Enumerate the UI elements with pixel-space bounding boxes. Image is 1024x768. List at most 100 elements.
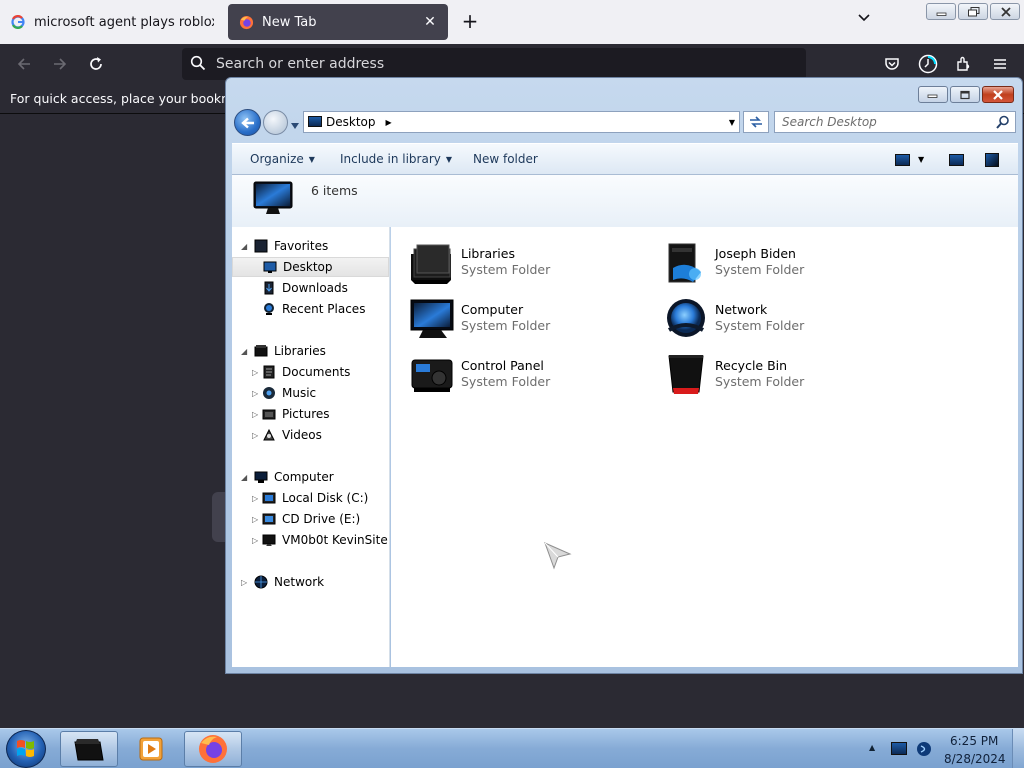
back-button[interactable] [12, 52, 36, 76]
breadcrumb-arrow-icon[interactable]: ▶ [386, 118, 392, 127]
forward-button[interactable] [48, 52, 72, 76]
list-item[interactable]: Network System Folder [663, 292, 903, 340]
restore-button[interactable] [958, 3, 988, 20]
account-sync-icon[interactable] [916, 52, 940, 76]
explorer-maximize-button[interactable] [950, 86, 980, 103]
network-icon [667, 299, 705, 337]
network-status-icon[interactable] [891, 742, 907, 755]
pocket-icon[interactable] [880, 52, 904, 76]
volume-icon[interactable] [916, 741, 932, 757]
nav-libraries[interactable]: ◢ Libraries [232, 341, 389, 361]
taskbar-media-player-button[interactable] [122, 731, 180, 767]
item-name: Joseph Biden [715, 246, 796, 261]
organize-button[interactable]: Organize ▼ [250, 152, 315, 166]
address-dropdown-icon[interactable]: ▼ [729, 118, 735, 127]
nav-label: Computer [274, 470, 334, 484]
recent-pages-chevron-icon[interactable] [290, 119, 300, 129]
help-icon[interactable] [985, 153, 999, 167]
close-window-button[interactable] [990, 3, 1020, 20]
nav-videos[interactable]: ▷ Videos [232, 425, 389, 445]
nav-network[interactable]: ▷ Network [232, 572, 389, 592]
address-bar[interactable]: Desktop ▶ ▼ [303, 111, 740, 133]
include-in-library-button[interactable]: Include in library ▼ [340, 152, 452, 166]
url-bar[interactable]: Search or enter address [182, 48, 806, 80]
explorer-close-button[interactable] [982, 86, 1014, 103]
show-desktop-button[interactable] [1012, 729, 1024, 768]
explorer-minimize-button[interactable] [918, 86, 948, 103]
expanded-arrow-icon[interactable]: ◢ [241, 242, 247, 251]
nav-favorites[interactable]: ◢ Favorites [232, 236, 389, 256]
item-type: System Folder [461, 374, 551, 389]
hard-drive-icon [262, 492, 276, 504]
star-icon [254, 239, 268, 253]
search-placeholder: Search Desktop [782, 115, 877, 129]
nav-computer[interactable]: ◢ Computer [232, 467, 389, 487]
item-type: System Folder [461, 262, 551, 277]
url-placeholder: Search or enter address [216, 56, 385, 72]
clock-time[interactable]: 6:25 PM [950, 734, 998, 748]
item-name: Network [715, 302, 768, 317]
nav-label: Libraries [274, 344, 326, 358]
firefox-icon [238, 14, 254, 30]
nav-label: CD Drive (E:) [282, 512, 361, 526]
nav-documents[interactable]: ▷ Documents [232, 362, 389, 382]
new-tab-button[interactable]: + [458, 10, 482, 34]
collapsed-arrow-icon[interactable]: ▷ [252, 368, 258, 377]
hamburger-menu-icon[interactable] [988, 52, 1012, 76]
list-all-tabs-button[interactable] [852, 10, 876, 34]
nav-downloads[interactable]: Downloads [232, 278, 389, 298]
computer-icon [410, 299, 454, 338]
reload-button[interactable] [84, 52, 108, 76]
expanded-arrow-icon[interactable]: ◢ [241, 347, 247, 356]
collapsed-arrow-icon[interactable]: ▷ [252, 431, 258, 440]
list-item[interactable]: Libraries System Folder [409, 236, 649, 284]
nav-desktop[interactable]: Desktop [232, 257, 389, 277]
collapsed-arrow-icon[interactable]: ▷ [252, 515, 258, 524]
nav-cd-drive-e[interactable]: ▷ CD Drive (E:) [232, 509, 389, 529]
details-header: 6 items [232, 175, 1018, 227]
forward-arrow-icon[interactable] [263, 110, 288, 135]
list-item[interactable]: Joseph Biden System Folder [663, 236, 903, 284]
extensions-icon[interactable] [952, 52, 976, 76]
media-player-icon [139, 737, 163, 761]
collapsed-arrow-icon[interactable]: ▷ [252, 536, 258, 545]
item-type: System Folder [715, 318, 805, 333]
search-desktop-input[interactable]: Search Desktop [774, 111, 1016, 133]
tab-new-tab[interactable]: New Tab ✕ [228, 4, 448, 40]
list-item[interactable]: Control Panel System Folder [409, 348, 649, 396]
libraries-icon [411, 244, 451, 284]
nav-recent-places[interactable]: Recent Places [232, 299, 389, 319]
breadcrumb-desktop[interactable]: Desktop [326, 115, 376, 129]
collapsed-arrow-icon[interactable]: ▷ [241, 578, 247, 587]
nav-label: Downloads [282, 281, 348, 295]
browser-tab-strip: microsoft agent plays roblox - G New Tab… [0, 0, 1024, 44]
nav-network-drive[interactable]: ▷ VM0b0t KevinSite [232, 530, 389, 550]
minimize-button[interactable] [926, 3, 956, 20]
recent-places-icon [264, 303, 274, 315]
change-view-icon[interactable] [895, 154, 910, 166]
nav-music[interactable]: ▷ Music [232, 383, 389, 403]
folder-icon [74, 739, 104, 761]
new-folder-button[interactable]: New folder [473, 152, 538, 166]
more-views-chevron-icon[interactable]: ▼ [918, 155, 924, 164]
list-item[interactable]: Computer System Folder [409, 292, 649, 340]
show-hidden-icons-icon[interactable]: ▲ [869, 743, 875, 752]
collapsed-arrow-icon[interactable]: ▷ [252, 389, 258, 398]
collapsed-arrow-icon[interactable]: ▷ [252, 410, 258, 419]
refresh-button[interactable] [743, 111, 769, 133]
collapsed-arrow-icon[interactable]: ▷ [252, 494, 258, 503]
taskbar-firefox-button[interactable] [184, 731, 242, 767]
nav-label: Desktop [283, 260, 333, 274]
nav-pictures[interactable]: ▷ Pictures [232, 404, 389, 424]
clock-date[interactable]: 8/28/2024 [944, 752, 1006, 766]
organize-label: Organize [250, 152, 304, 166]
nav-local-disk-c[interactable]: ▷ Local Disk (C:) [232, 488, 389, 508]
expanded-arrow-icon[interactable]: ◢ [241, 473, 247, 482]
preview-pane-icon[interactable] [949, 154, 964, 166]
tab-google-search[interactable]: microsoft agent plays roblox - G [0, 4, 224, 40]
taskbar-explorer-button[interactable] [60, 731, 118, 767]
close-tab-icon[interactable]: ✕ [422, 14, 438, 30]
back-arrow-icon[interactable] [234, 109, 261, 136]
list-item[interactable]: Recycle Bin System Folder [663, 348, 903, 396]
start-button[interactable] [6, 730, 46, 768]
